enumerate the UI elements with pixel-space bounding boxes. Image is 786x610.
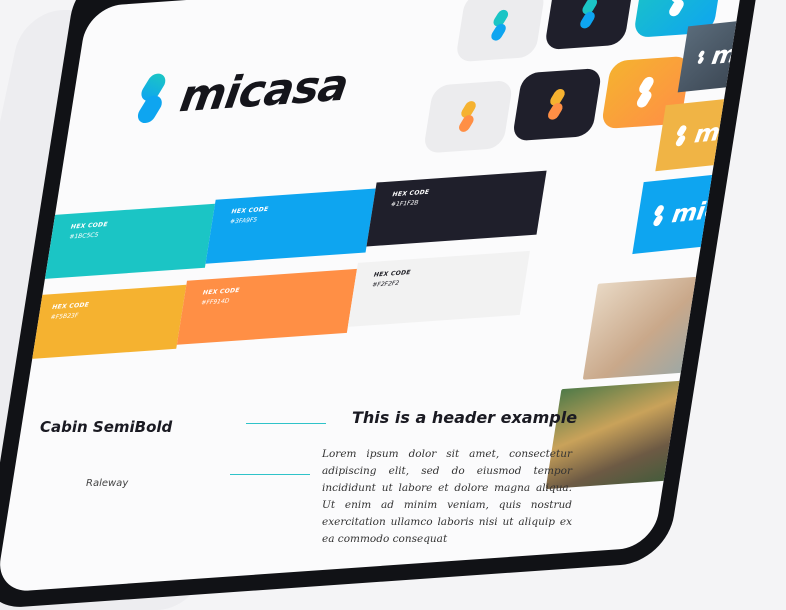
app-icon-dark-orange bbox=[511, 67, 603, 142]
swatch-cyan: HEX CODE #1BC5C5 bbox=[44, 203, 216, 279]
logo-wordmark: micasa bbox=[176, 59, 352, 122]
header-example: This is a header example bbox=[352, 408, 578, 427]
logo-mark-icon bbox=[547, 89, 565, 120]
banner-photo: micasa bbox=[677, 13, 746, 93]
banner-wordmark: micasa bbox=[669, 190, 746, 229]
logo-mark-icon bbox=[580, 0, 597, 29]
swatch-light: HEX CODE #F2F2F2 bbox=[347, 250, 530, 327]
swatch-orange: HEX CODE #FF914D bbox=[176, 268, 358, 345]
logo-mark-icon bbox=[697, 50, 705, 64]
app-icon-light-orange bbox=[422, 79, 514, 154]
banner-wordmark: micasa bbox=[692, 111, 746, 149]
body-example: Lorem ipsum dolor sit amet, consectetur … bbox=[322, 448, 572, 545]
primary-font-rule bbox=[246, 423, 326, 424]
banner-blue: micasa bbox=[632, 167, 746, 255]
primary-font-name: Cabin SemiBold bbox=[40, 418, 173, 436]
secondary-font-rule bbox=[230, 474, 310, 475]
brand-logo: micasa bbox=[128, 58, 351, 127]
interior-photo bbox=[691, 374, 746, 479]
logo-mark-icon bbox=[491, 9, 509, 41]
swatch-blue: HEX CODE #3FA9F5 bbox=[205, 188, 376, 264]
color-palette: HEX CODE #1BC5C5 HEX CODE #3FA9F5 HEX CO… bbox=[26, 170, 575, 360]
app-icon-light-blue bbox=[454, 0, 546, 63]
logo-mark-icon bbox=[675, 125, 687, 147]
family-photo bbox=[582, 272, 746, 380]
logo-mark-icon bbox=[636, 76, 654, 108]
swatch-yellow: HEX CODE #F5B23F bbox=[26, 284, 187, 360]
app-icon-dark-blue bbox=[543, 0, 635, 51]
logo-mark-icon bbox=[137, 73, 166, 124]
swatch-dark: HEX CODE #1F1F2B bbox=[366, 170, 547, 247]
secondary-font-name: Raleway bbox=[86, 478, 129, 489]
banner-wordmark: micasa bbox=[709, 32, 746, 71]
logo-mark-icon bbox=[669, 0, 686, 17]
logo-mark-icon bbox=[653, 205, 664, 227]
logo-mark-icon bbox=[459, 101, 476, 132]
